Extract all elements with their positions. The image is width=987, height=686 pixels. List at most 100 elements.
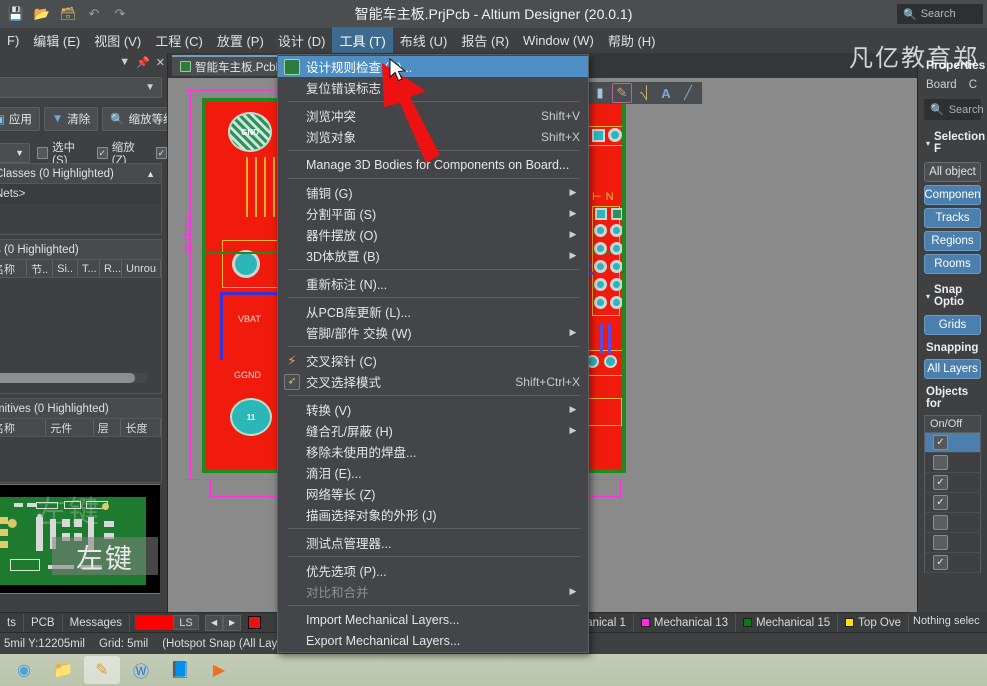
menu-item-polygon-pours[interactable]: 铺铜 (G) ▶ xyxy=(278,182,588,203)
panel-scope-combo[interactable]: ▼ xyxy=(0,77,162,98)
menu-item-manage-3d-bodies[interactable]: Manage 3D Bodies for Components on Board… xyxy=(278,154,588,175)
row-checkbox[interactable]: ✓ xyxy=(933,555,948,570)
snap-options-header[interactable]: ▾ Snap Optio xyxy=(918,277,987,312)
menu-item-outline-selected-objects[interactable]: 描画选择对象的外形 (J) xyxy=(278,504,588,525)
open-folder-icon[interactable]: 📂 xyxy=(32,4,52,24)
ic-pad-7[interactable] xyxy=(594,260,607,273)
place-line-icon[interactable]: ╱ xyxy=(678,83,698,103)
active-layer-swatch[interactable] xyxy=(248,616,262,629)
place-component-icon[interactable]: ⎷ xyxy=(634,83,654,103)
menu-file[interactable]: F) xyxy=(0,29,26,52)
apply-button[interactable]: ▣ 应用 xyxy=(0,107,40,131)
document-tab-pcbdoc[interactable]: 智能车主板.PcbDoc xyxy=(172,55,280,76)
nets-col-name[interactable]: 名称 xyxy=(0,260,28,277)
selection-filter-header[interactable]: ▾ Selection F xyxy=(918,124,987,159)
menu-item-cross-probe[interactable]: ⚡ 交叉探针 (C) xyxy=(278,350,588,371)
snap-all-layers-button[interactable]: All Layers xyxy=(924,359,981,379)
menu-place[interactable]: 放置 (P) xyxy=(210,27,271,54)
bottom-via-5[interactable] xyxy=(622,355,626,368)
panel-tab-projects[interactable]: ts xyxy=(0,613,24,632)
filter-regions-button[interactable]: Regions xyxy=(924,231,981,251)
ic-pad-10[interactable] xyxy=(610,278,622,291)
panel-tab-pcb[interactable]: PCB xyxy=(24,613,63,632)
pin-icon[interactable]: 📌 xyxy=(136,56,150,69)
filter-tracks-button[interactable]: Tracks xyxy=(924,208,981,228)
table-row[interactable] xyxy=(924,513,981,533)
row-checkbox[interactable]: ✓ xyxy=(933,475,948,490)
filter-components-button[interactable]: Componen xyxy=(924,185,981,205)
net-classes-header[interactable]: Classes (0 Highlighted) ▲ xyxy=(0,164,161,184)
table-row[interactable] xyxy=(924,453,981,473)
ls-color-swatch[interactable] xyxy=(135,615,174,630)
chrome-icon[interactable]: ◉ xyxy=(6,656,42,684)
filter-rooms-button[interactable]: Rooms xyxy=(924,254,981,274)
zoom-level-button[interactable]: 🔍 缩放等级... xyxy=(102,107,167,131)
gnd-pad-top-left[interactable]: GND xyxy=(228,112,272,152)
row-checkbox[interactable]: ✓ xyxy=(933,495,948,510)
tab-components[interactable]: C xyxy=(969,79,977,91)
menu-edit[interactable]: 编辑 (E) xyxy=(26,27,87,54)
tools-dropdown-menu[interactable]: 设计规则检查 (D)... 复位错误标志 (M) 浏览冲突 Shift+V 浏览… xyxy=(277,54,589,653)
ic-pad-2[interactable] xyxy=(611,208,622,220)
row-checkbox[interactable] xyxy=(933,455,948,470)
save-as-icon[interactable]: 🗃 xyxy=(58,4,78,24)
nets-list[interactable] xyxy=(0,278,161,371)
nets-col-si[interactable]: Si.. xyxy=(53,260,79,277)
ic-pad-8[interactable] xyxy=(610,260,622,273)
redo-icon[interactable]: ↷ xyxy=(110,4,130,24)
pad-round-top-1[interactable] xyxy=(608,128,622,142)
layer-next-button[interactable]: ▶ xyxy=(223,614,242,631)
menu-item-split-planes[interactable]: 分割平面 (S) ▶ xyxy=(278,203,588,224)
nets-col-node[interactable]: 节.. xyxy=(27,260,54,277)
place-polygon-icon[interactable]: ▮ xyxy=(590,83,610,103)
menu-help[interactable]: 帮助 (H) xyxy=(601,27,663,54)
ic-pad-11[interactable] xyxy=(594,296,607,309)
menu-window[interactable]: Window (W) xyxy=(516,29,601,52)
notes-icon[interactable]: 📘 xyxy=(162,656,198,684)
filter-all-objects-button[interactable]: All object xyxy=(924,162,981,182)
menu-item-reset-error-markers[interactable]: 复位错误标志 (M) xyxy=(278,77,588,98)
menu-item-net-equalize-length[interactable]: 网络等长 (Z) xyxy=(278,483,588,504)
menu-item-pin-part-swapping[interactable]: 管脚/部件 交换 (W) ▶ xyxy=(278,322,588,343)
layer-tab-mechanical-13[interactable]: Mechanical 13 xyxy=(634,613,737,632)
menu-item-drc[interactable]: 设计规则检查 (D)... xyxy=(278,56,588,77)
table-row[interactable]: ✓ xyxy=(924,553,981,573)
tab-board[interactable]: Board xyxy=(926,79,957,91)
ic-pad-9[interactable] xyxy=(594,278,607,291)
panel-mask-combo[interactable]: ▼ xyxy=(0,143,31,163)
third-checkbox[interactable]: ✓ xyxy=(155,147,167,159)
snap-grids-button[interactable]: Grids xyxy=(924,315,981,335)
place-fill-icon[interactable]: ✎ xyxy=(612,83,632,103)
prim-col-length[interactable]: 长度 xyxy=(121,419,161,436)
menu-design[interactable]: 设计 (D) xyxy=(271,27,333,54)
ls-button[interactable]: LS xyxy=(173,615,200,630)
menu-item-browse-objects[interactable]: 浏览对象 Shift+X xyxy=(278,126,588,147)
menu-reports[interactable]: 报告 (R) xyxy=(454,27,516,54)
table-row[interactable] xyxy=(924,533,981,553)
ic-pad-1[interactable] xyxy=(595,208,607,220)
primitives-header[interactable]: mitives (0 Highlighted) xyxy=(0,399,161,419)
menu-item-3d-body-placement[interactable]: 3D体放置 (B) ▶ xyxy=(278,245,588,266)
net-classes-body[interactable]: Nets> xyxy=(0,184,161,204)
table-row[interactable]: ✓ xyxy=(924,433,981,453)
properties-search-input[interactable]: 🔍 Search xyxy=(924,99,984,120)
place-text-icon[interactable]: A xyxy=(656,83,676,103)
menu-item-import-mechanical-layers[interactable]: Import Mechanical Layers... xyxy=(278,609,588,630)
table-row[interactable]: ✓ xyxy=(924,473,981,493)
prim-col-name[interactable]: 名称 xyxy=(0,419,47,436)
bottom-via-4[interactable] xyxy=(604,355,617,368)
prim-col-layer[interactable]: 层 xyxy=(94,419,122,436)
close-icon[interactable]: ✕ xyxy=(156,56,165,69)
player-icon[interactable]: ▶ xyxy=(201,656,237,684)
prim-col-component[interactable]: 元件 xyxy=(46,419,94,436)
menu-item-component-placement[interactable]: 器件摆放 (O) ▶ xyxy=(278,224,588,245)
chevron-down-icon[interactable]: ▼ xyxy=(119,56,130,69)
pcb-preview-thumbnail[interactable]: 左键 左键 xyxy=(0,484,160,594)
menu-item-testpoint-manager[interactable]: 测试点管理器... xyxy=(278,532,588,553)
primitives-list[interactable] xyxy=(0,437,161,482)
ic-pad-4[interactable] xyxy=(610,224,622,237)
row-checkbox[interactable] xyxy=(933,515,948,530)
layer-tab-mechanical-15[interactable]: Mechanical 15 xyxy=(736,613,839,632)
menu-item-browse-violations[interactable]: 浏览冲突 Shift+V xyxy=(278,105,588,126)
save-icon[interactable]: 💾 xyxy=(6,4,26,24)
